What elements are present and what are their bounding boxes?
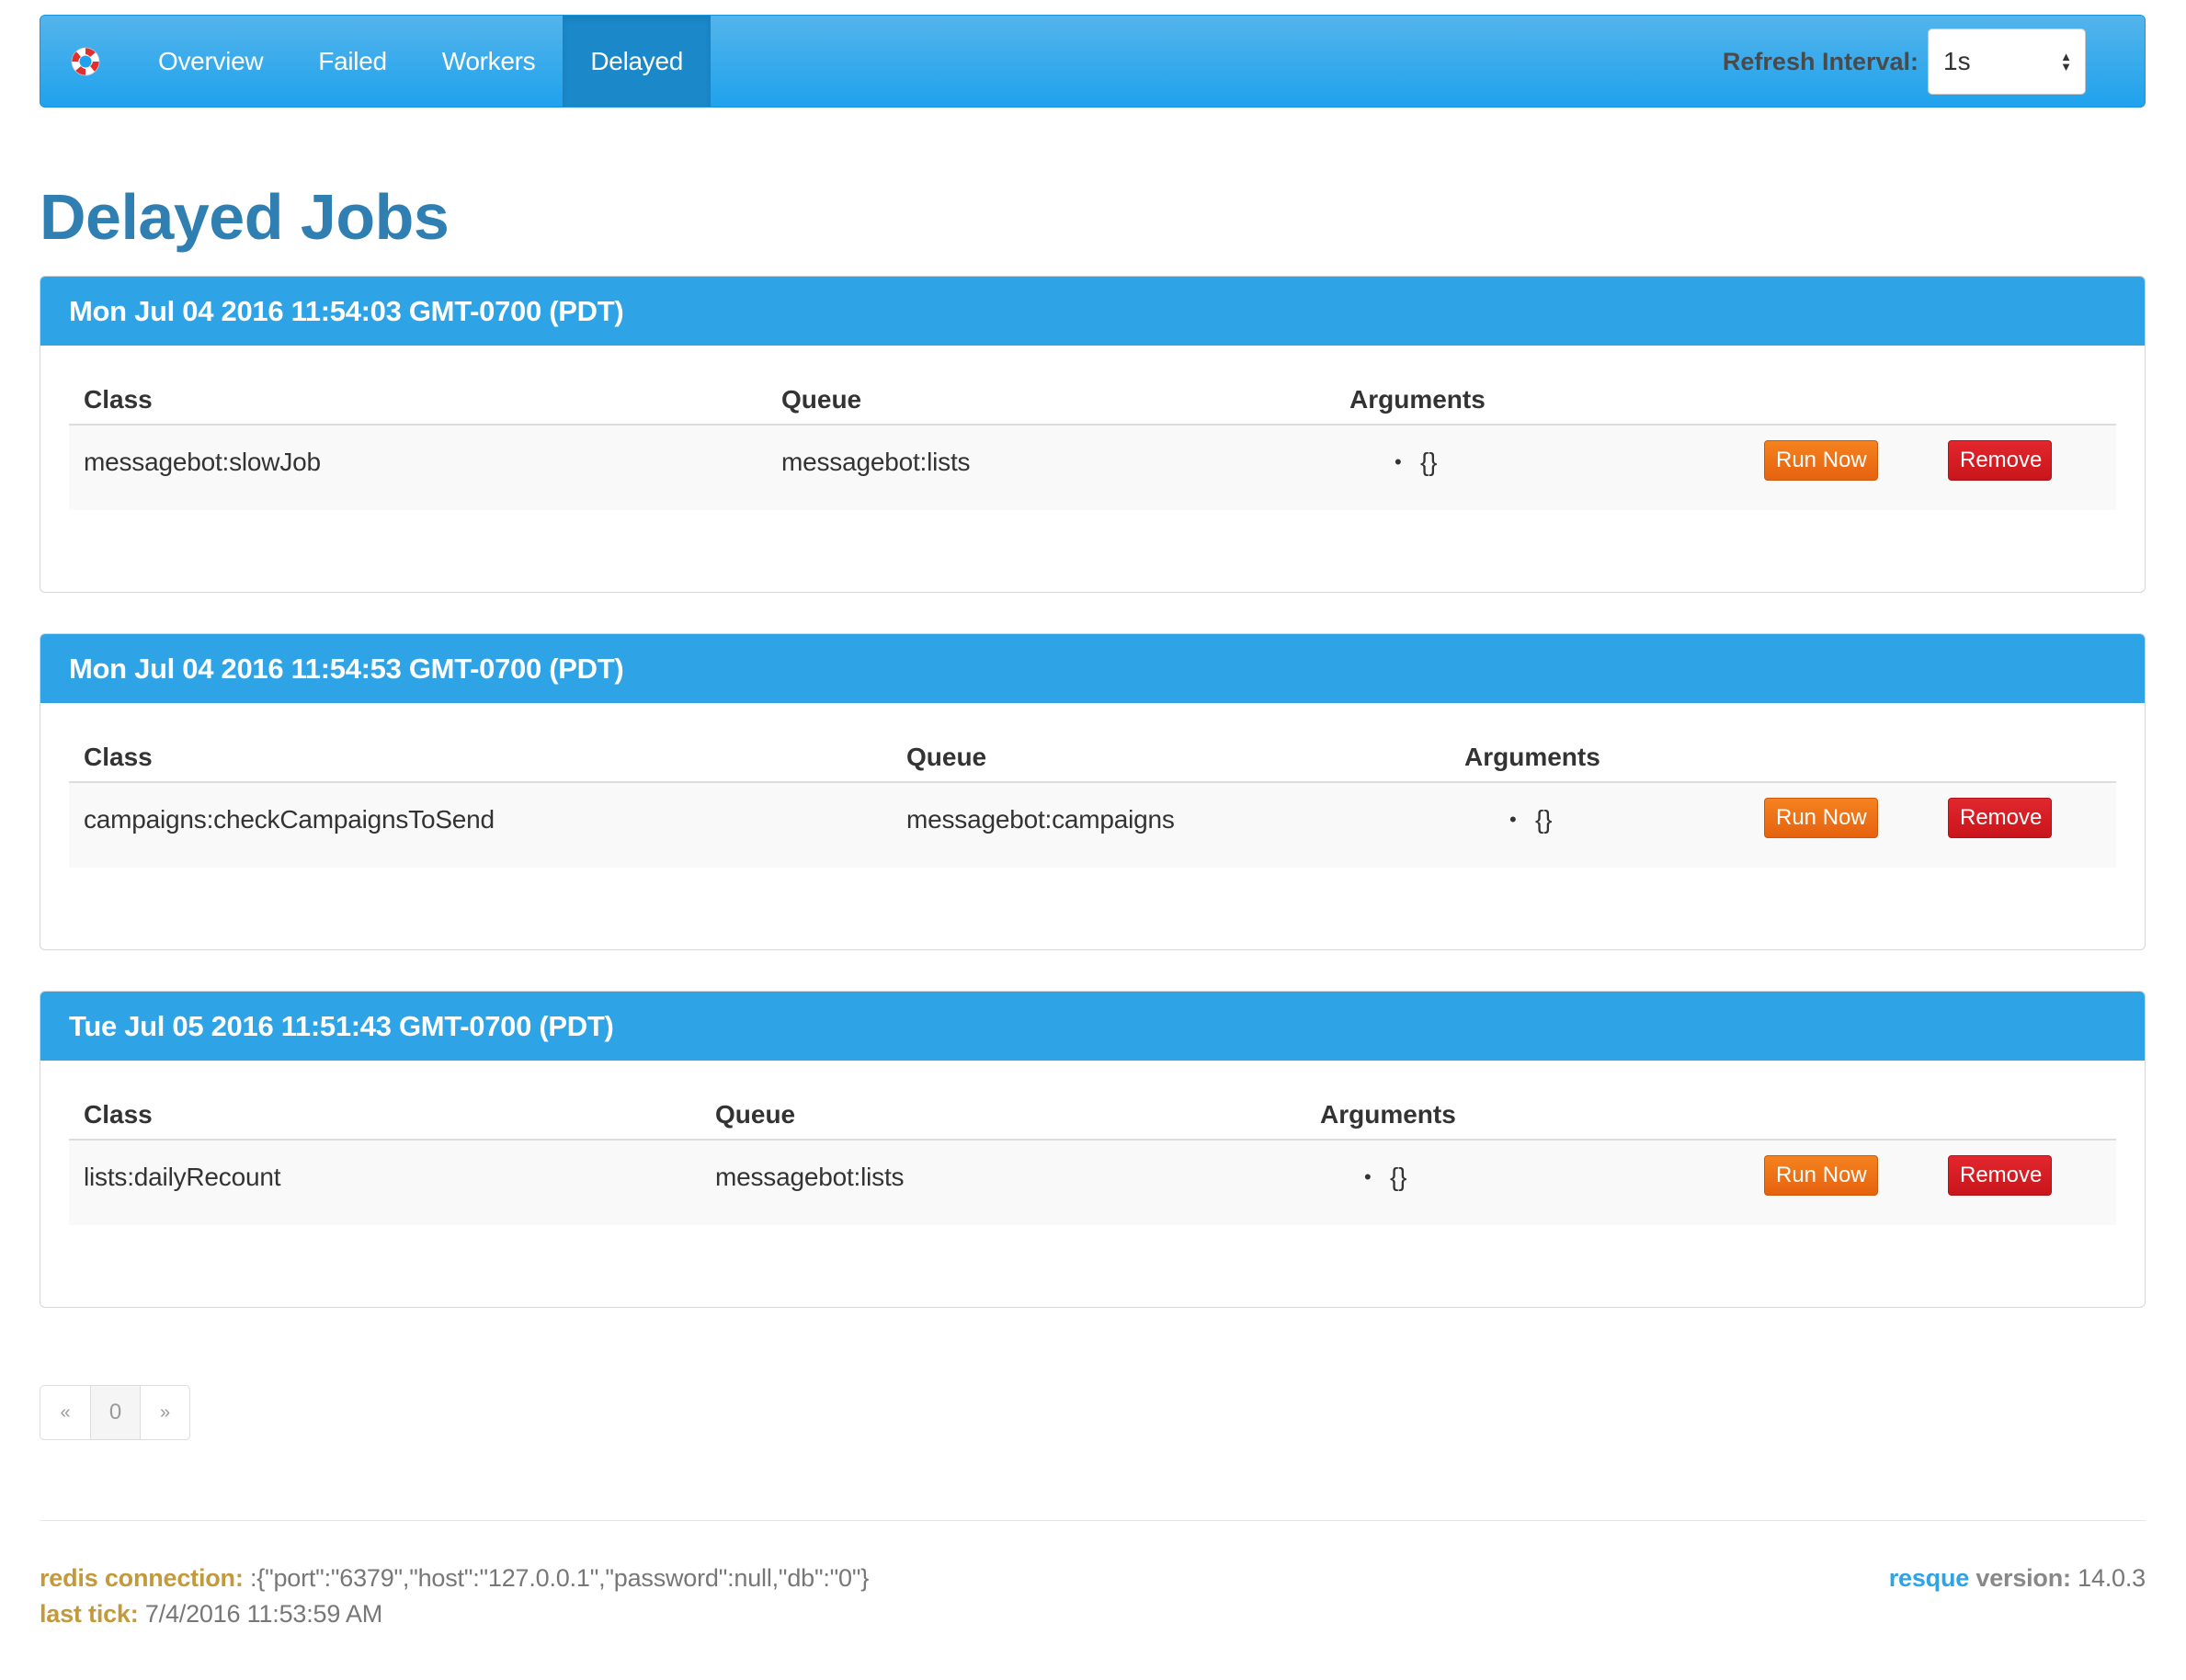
argument-bullet: • — [1509, 808, 1517, 831]
page-title: Delayed Jobs — [40, 181, 450, 253]
job-argument: {} — [1390, 1163, 1407, 1191]
version-line: resque version: 14.0.3 — [1889, 1561, 2146, 1595]
table-row: campaigns:checkCampaignsToSend messagebo… — [69, 783, 2116, 868]
header-arguments: Arguments — [1320, 1100, 1456, 1129]
app-container: Overview Failed Workers Delayed Refresh … — [40, 15, 2146, 1628]
header-queue: Queue — [715, 1100, 796, 1129]
panel-timestamp: Mon Jul 04 2016 11:54:03 GMT-0700 (PDT) — [40, 277, 2145, 346]
redis-connection-line: redis connection: :{"port":"6379","host"… — [40, 1561, 869, 1595]
pagination: « 0 » — [40, 1385, 190, 1440]
remove-button[interactable]: Remove — [1948, 440, 2052, 481]
run-now-button[interactable]: Run Now — [1764, 1155, 1878, 1196]
table-header: Class Queue Arguments — [69, 732, 2116, 783]
job-queue: messagebot:lists — [715, 1163, 905, 1191]
job-argument: {} — [1535, 805, 1553, 834]
version-value: 14.0.3 — [2078, 1564, 2146, 1592]
remove-button[interactable]: Remove — [1948, 1155, 2052, 1196]
nav-overview[interactable]: Overview — [131, 16, 290, 107]
panel-timestamp: Mon Jul 04 2016 11:54:53 GMT-0700 (PDT) — [40, 634, 2145, 703]
job-class: lists:dailyRecount — [84, 1163, 281, 1191]
redis-connection-value: :{"port":"6379","host":"127.0.0.1","pass… — [249, 1564, 870, 1592]
remove-button[interactable]: Remove — [1948, 798, 2052, 838]
version-label: version: — [1975, 1564, 2071, 1592]
table-row: lists:dailyRecount messagebot:lists • {}… — [69, 1141, 2116, 1225]
jobs-table: Class Queue Arguments campaigns:checkCam… — [69, 732, 2116, 868]
last-tick-label: last tick: — [40, 1600, 139, 1628]
header-queue: Queue — [781, 385, 862, 414]
pagination-current-page[interactable]: 0 — [90, 1386, 140, 1439]
run-now-button[interactable]: Run Now — [1764, 798, 1878, 838]
last-tick-line: last tick: 7/4/2016 11:53:59 AM — [40, 1597, 382, 1630]
delayed-panel: Mon Jul 04 2016 11:54:53 GMT-0700 (PDT) … — [40, 633, 2146, 950]
table-header: Class Queue Arguments — [69, 1090, 2116, 1141]
job-class: campaigns:checkCampaignsToSend — [84, 805, 495, 834]
header-class: Class — [84, 743, 153, 771]
refresh-interval-value: 1s — [1943, 47, 1971, 75]
brand-link[interactable] — [40, 16, 131, 107]
argument-bullet: • — [1364, 1165, 1372, 1188]
header-arguments: Arguments — [1464, 743, 1600, 771]
job-argument: {} — [1420, 448, 1438, 476]
header-class: Class — [84, 1100, 153, 1129]
jobs-table: Class Queue Arguments messagebot:slowJob… — [69, 375, 2116, 510]
run-now-button[interactable]: Run Now — [1764, 440, 1878, 481]
refresh-interval-group: Refresh Interval: 1s ▲ ▼ — [1723, 28, 2086, 95]
job-class: messagebot:slowJob — [84, 448, 321, 476]
nav-workers[interactable]: Workers — [415, 16, 564, 107]
table-header: Class Queue Arguments — [69, 375, 2116, 426]
refresh-interval-select[interactable]: 1s ▲ ▼ — [1928, 28, 2086, 95]
pagination-next[interactable]: » — [140, 1386, 189, 1439]
select-arrows-icon: ▲ ▼ — [2060, 50, 2072, 74]
lifebuoy-icon — [71, 47, 100, 75]
delayed-panel: Tue Jul 05 2016 11:51:43 GMT-0700 (PDT) … — [40, 991, 2146, 1308]
pagination-prev[interactable]: « — [40, 1386, 90, 1439]
job-queue: messagebot:lists — [781, 448, 971, 476]
job-queue: messagebot:campaigns — [906, 805, 1175, 834]
nav-delayed[interactable]: Delayed — [563, 16, 712, 107]
argument-bullet: • — [1395, 450, 1402, 473]
header-arguments: Arguments — [1349, 385, 1486, 414]
delayed-panel: Mon Jul 04 2016 11:54:03 GMT-0700 (PDT) … — [40, 276, 2146, 593]
table-row: messagebot:slowJob messagebot:lists • {}… — [69, 426, 2116, 510]
last-tick-value: 7/4/2016 11:53:59 AM — [144, 1600, 383, 1628]
redis-connection-label: redis connection: — [40, 1564, 244, 1592]
header-queue: Queue — [906, 743, 987, 771]
footer-divider — [40, 1520, 2146, 1521]
top-navbar: Overview Failed Workers Delayed Refresh … — [40, 15, 2146, 108]
panel-timestamp: Tue Jul 05 2016 11:51:43 GMT-0700 (PDT) — [40, 992, 2145, 1061]
nav-failed[interactable]: Failed — [290, 16, 414, 107]
resque-link[interactable]: resque — [1889, 1564, 1970, 1592]
refresh-interval-label: Refresh Interval: — [1722, 47, 1918, 75]
jobs-table: Class Queue Arguments lists:dailyRecount… — [69, 1090, 2116, 1225]
header-class: Class — [84, 385, 153, 414]
